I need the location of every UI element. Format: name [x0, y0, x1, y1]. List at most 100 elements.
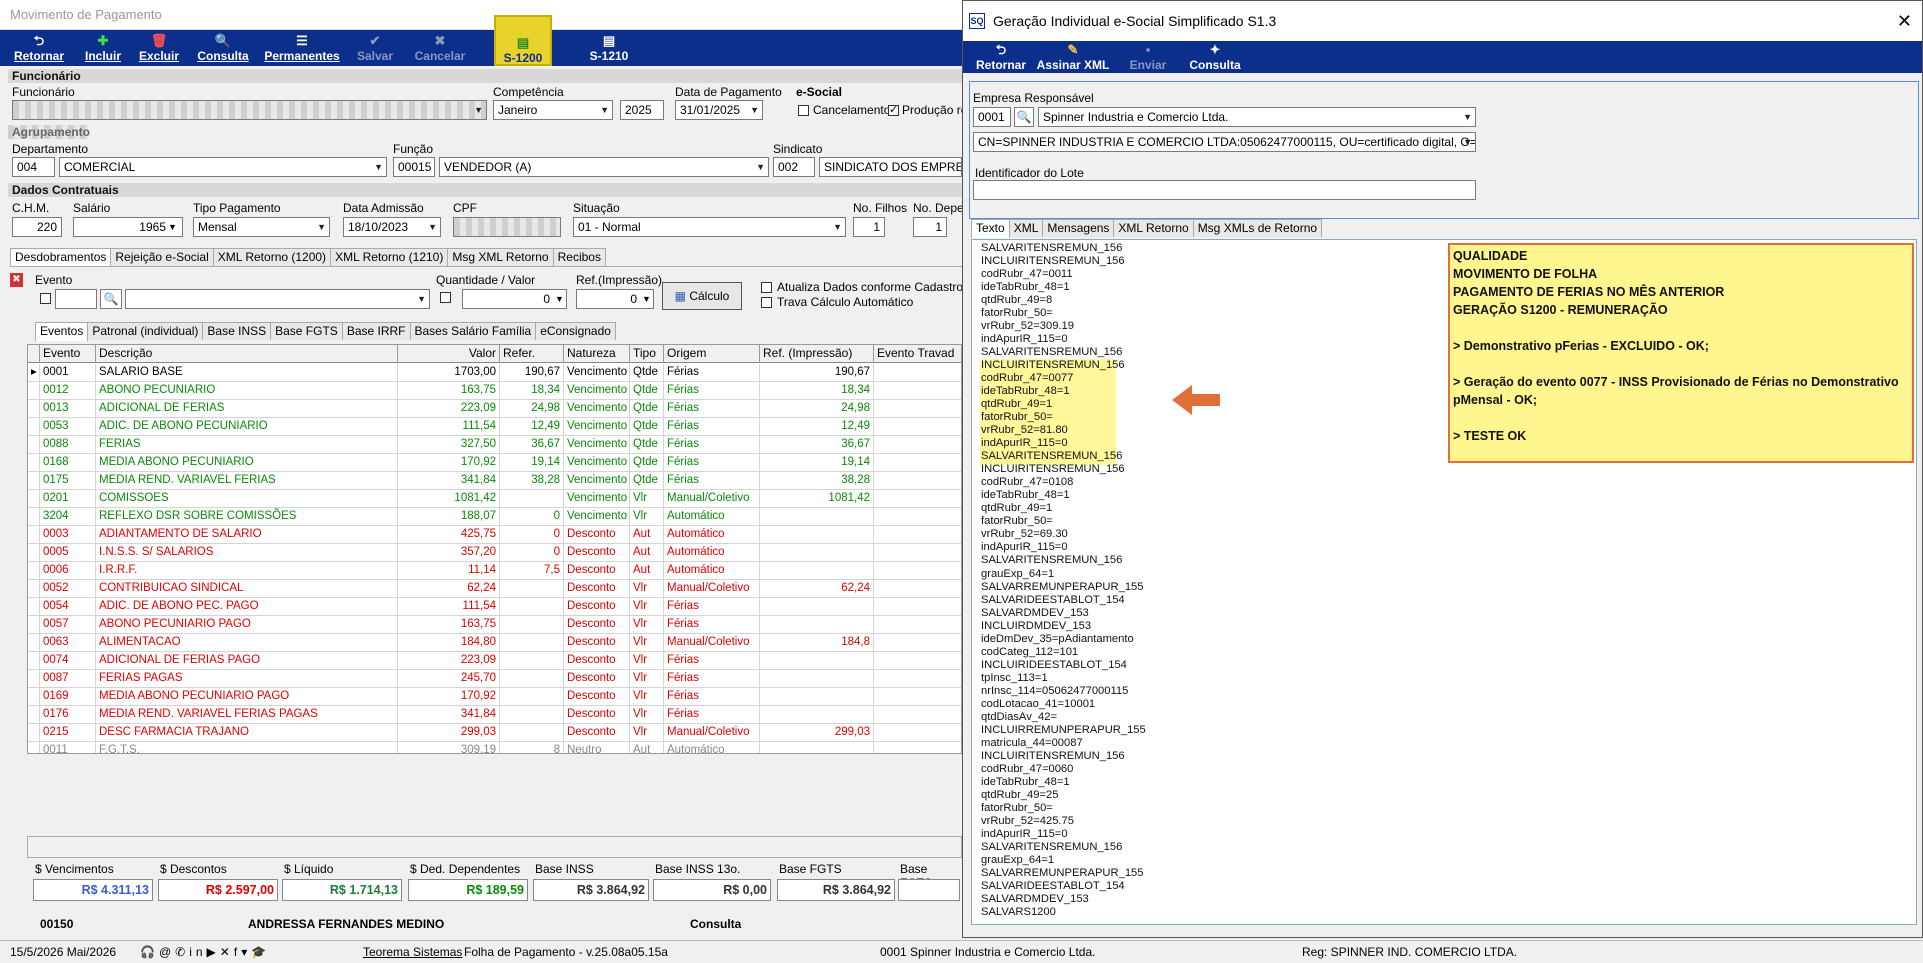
table-row[interactable]: 0006 I.R.R.F. 11,14 7,5 Desconto Aut Automátic… — [28, 562, 961, 580]
table-row[interactable]: 0054 ADIC. DE ABONO PEC. PAGO 111,54 Descon… — [28, 598, 961, 616]
col-evento-travado-header[interactable]: Evento Travad — [874, 345, 961, 363]
tab-rejeicao-esocial[interactable]: Rejeição e-Social — [110, 248, 214, 266]
table-row[interactable]: 0057 ABONO PECUNIARIO PAGO 163,75 Desconto V… — [28, 616, 961, 634]
certificado-select[interactable]: CN=SPINNER INDUSTRIA E COMERCIO LTDA:050… — [973, 132, 1476, 152]
tab-desdobramentos[interactable]: Desdobramentos — [10, 248, 112, 267]
col-descricao-header[interactable]: Descrição — [96, 345, 398, 363]
table-row[interactable]: 0088 FERIAS 327,50 36,67 Vencimento Qtde Féria… — [28, 436, 961, 454]
youtube-icon[interactable]: ▶ — [207, 945, 220, 959]
chm-field[interactable]: 220 — [12, 217, 62, 237]
table-row[interactable]: 0052 CONTRIBUICAO SINDICAL 62,24 Desconto Vl… — [28, 580, 961, 598]
x-icon[interactable]: ✕ — [220, 945, 234, 959]
lote-field[interactable] — [973, 180, 1476, 200]
col-valor-header[interactable]: Valor — [398, 345, 500, 363]
whatsapp-icon[interactable]: ✆ — [175, 945, 189, 959]
tab-texto[interactable]: Texto — [971, 219, 1010, 238]
cancelamento-checkbox[interactable] — [798, 105, 809, 116]
tab-xml-retorno[interactable]: XML Retorno — [1113, 219, 1194, 237]
calculo-button[interactable]: ▦ Cálculo — [662, 282, 742, 310]
table-row[interactable]: 0168 MEDIA ABONO PECUNIARIO 170,92 19,14 Ven… — [28, 454, 961, 472]
col-refer-header[interactable]: Refer. — [500, 345, 564, 363]
table-row[interactable]: 0175 MEDIA REND. VARIAVEL FERIAS 341,84 38,… — [28, 472, 961, 490]
table-row[interactable]: 0005 I.N.S.S. S/ SALARIOS 357,20 0 Desconto A… — [28, 544, 961, 562]
tab-econsignado[interactable]: eConsignado — [535, 322, 616, 340]
tab-eventos[interactable]: Eventos — [35, 322, 89, 341]
close-icon[interactable]: ✕ — [1897, 1, 1912, 41]
tab-xml-retorno-1210[interactable]: XML Retorno (1210) — [330, 248, 449, 266]
table-row[interactable]: 0201 COMISSOES 1081,42 Vencimento Vlr Manual/… — [28, 490, 961, 508]
table-row[interactable]: 0013 ADICIONAL DE FERIAS 223,09 24,98 Vencim… — [28, 400, 961, 418]
assinar-xml-button[interactable]: ✎ Assinar XML — [1035, 41, 1111, 73]
funcao-code-field[interactable]: 00015 — [393, 157, 435, 177]
tab-msg-xml-retorno[interactable]: Msg XML Retorno — [447, 248, 554, 266]
departamento-code-field[interactable]: 004 — [12, 157, 55, 177]
evento-search-button[interactable]: 🔍 — [100, 289, 122, 309]
table-row[interactable]: 0063 ALIMENTACAO 184,80 Desconto Vlr Manual/C… — [28, 634, 961, 652]
excluir-button[interactable]: 🗑 Excluir — [134, 30, 184, 66]
empresa-select[interactable]: Spinner Industria e Comercio Ltda. — [1038, 107, 1476, 127]
filhos-field[interactable]: 1 — [853, 217, 885, 237]
empresa-search-button[interactable]: 🔍 — [1014, 107, 1034, 127]
data-admissao-field[interactable]: 18/10/2023 — [343, 217, 441, 237]
enviar-button[interactable]: ▪ Enviar — [1123, 41, 1173, 73]
table-row[interactable]: ▸ 0001 SALARIO BASE 1703,00 190,67 Vencimento… — [28, 364, 961, 382]
s1200-button[interactable]: ▤ S-1200 — [494, 15, 552, 66]
tab-base-fgts[interactable]: Base FGTS — [270, 322, 343, 340]
evento-code-field[interactable] — [55, 289, 97, 309]
tab-bases-salario-familia[interactable]: Bases Salário Família — [409, 322, 537, 340]
table-row[interactable]: 3204 REFLEXO DSR SOBRE COMISSÕES 188,07 0 Ve… — [28, 508, 961, 526]
tab-recibos[interactable]: Recibos — [552, 248, 606, 266]
dialog-consulta-button[interactable]: ✦ Consulta — [1185, 41, 1245, 73]
evento-select[interactable] — [125, 289, 430, 309]
table-row[interactable]: 0011 F.G.T.S. 309,19 8 Neutro Aut Automático — [28, 742, 961, 753]
consulta-button[interactable]: 🔍 Consulta — [194, 30, 252, 66]
tab-base-irrf[interactable]: Base IRRF — [341, 322, 411, 340]
at-icon[interactable]: @ — [159, 945, 175, 959]
sindicato-select[interactable]: SINDICATO DOS EMPREGA — [819, 157, 962, 177]
s1210-button[interactable]: ▤ S-1210 — [580, 30, 638, 66]
texto-area[interactable]: SALVARITENSREMUN_156 INCLUIRITENSREMUN_15… — [971, 239, 1917, 925]
col-natureza-header[interactable]: Natureza — [564, 345, 630, 363]
tab-xml[interactable]: XML — [1008, 219, 1044, 237]
google-icon[interactable]: ▾ — [241, 945, 251, 959]
tab-mensagens[interactable]: Mensagens — [1042, 219, 1115, 237]
table-row[interactable]: 0074 ADICIONAL DE FERIAS PAGO 223,09 Descon… — [28, 652, 961, 670]
grid-horizontal-scrollbar[interactable] — [27, 836, 962, 858]
salario-field[interactable]: 1965 — [73, 217, 183, 237]
table-row[interactable]: 0012 ABONO PECUNIARIO 163,75 18,34 Venciment… — [28, 382, 961, 400]
retornar-button[interactable]: ⮌ Retornar — [8, 30, 70, 66]
trava-calculo-checkbox[interactable] — [761, 297, 772, 308]
funcionario-select[interactable] — [12, 100, 487, 120]
table-row[interactable]: 0003 ADIANTAMENTO DE SALARIO 425,75 0 Descon… — [28, 526, 961, 544]
funcao-select[interactable]: VENDEDOR (A) — [439, 157, 769, 177]
table-row[interactable]: 0087 FERIAS PAGAS 245,70 Desconto Vlr Férias — [28, 670, 961, 688]
teorema-link[interactable]: Teorema Sistemas — [363, 941, 462, 963]
atualiza-dados-checkbox[interactable] — [761, 282, 772, 293]
data-pagamento-field[interactable]: 31/01/2025 — [675, 100, 763, 120]
producao-checkbox[interactable] — [888, 103, 899, 116]
incluir-button[interactable]: ✚ Incluir — [80, 30, 126, 66]
tipo-pagamento-select[interactable]: Mensal — [193, 217, 330, 237]
dialog-retornar-button[interactable]: ⮌ Retornar — [971, 41, 1031, 73]
close-icon[interactable]: ✖ — [10, 273, 23, 287]
quantidade-field[interactable]: 0 — [462, 289, 567, 309]
sindicato-code-field[interactable]: 002 — [773, 157, 815, 177]
tab-patronal[interactable]: Patronal (individual) — [87, 322, 204, 340]
permanentes-button[interactable]: ☰ Permanentes — [262, 30, 342, 66]
evento-checkbox[interactable] — [40, 293, 51, 304]
col-tipo-header[interactable]: Tipo — [630, 345, 664, 363]
tab-xml-retorno-1200[interactable]: XML Retorno (1200) — [212, 248, 332, 266]
situacao-select[interactable]: 01 - Normal — [573, 217, 846, 237]
table-row[interactable]: 0215 DESC FARMACIA TRAJANO 299,03 Desconto V… — [28, 724, 961, 742]
departamento-select[interactable]: COMERCIAL — [59, 157, 387, 177]
headset-icon[interactable]: 🎧 — [140, 945, 159, 959]
table-row[interactable]: 0169 MEDIA ABONO PECUNIARIO PAGO 170,92 Des… — [28, 688, 961, 706]
graduation-icon[interactable]: 🎓 — [251, 945, 270, 959]
competencia-month-select[interactable]: Janeiro — [493, 100, 613, 120]
cancelar-button[interactable]: ✖ Cancelar — [410, 30, 470, 66]
col-origem-header[interactable]: Origem — [664, 345, 760, 363]
linkedin-icon[interactable]: in — [189, 945, 206, 959]
col-evento-header[interactable]: Evento — [40, 345, 96, 363]
tab-msg-xmls-retorno[interactable]: Msg XMLs de Retorno — [1192, 219, 1323, 237]
empresa-code-field[interactable]: 0001 — [973, 107, 1011, 127]
